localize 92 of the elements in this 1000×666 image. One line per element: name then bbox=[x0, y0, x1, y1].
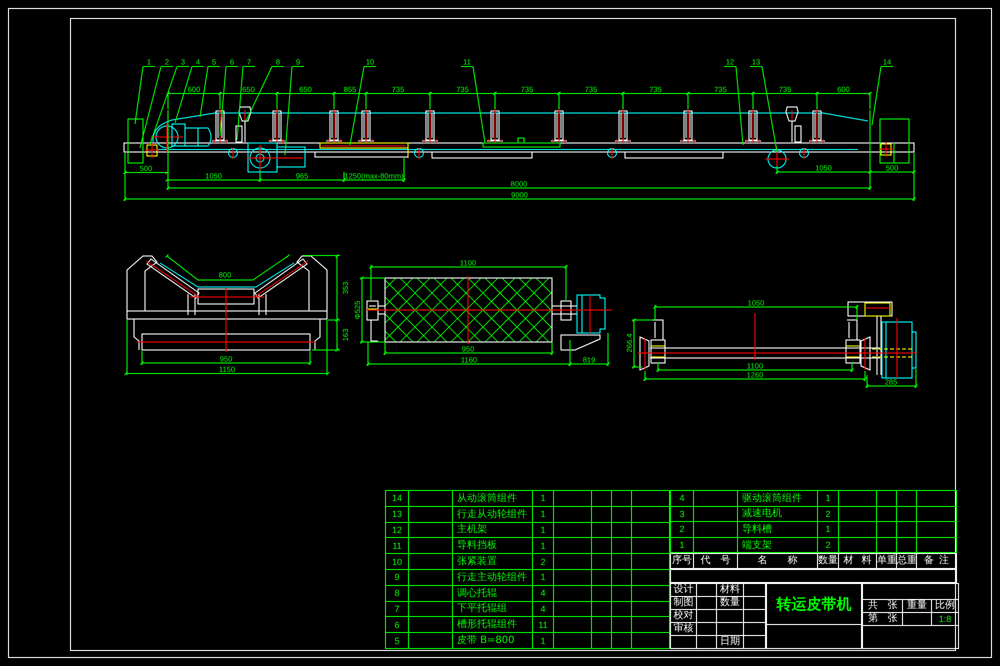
quantity: 1 bbox=[540, 509, 546, 520]
part-name: 主机架 bbox=[457, 524, 487, 536]
scale-value: 1:8 bbox=[938, 614, 952, 624]
part-name: 导料挡板 bbox=[457, 540, 497, 552]
bearing-block bbox=[878, 142, 894, 158]
item-number: 4 bbox=[679, 493, 684, 504]
item-number: 9 bbox=[394, 572, 400, 582]
idler-stand bbox=[268, 108, 286, 144]
field-label: 材料 bbox=[720, 584, 740, 595]
idler-stand bbox=[326, 108, 342, 144]
quantity: 1 bbox=[540, 493, 546, 504]
item-number: 1 bbox=[679, 540, 684, 550]
guide-wheel bbox=[228, 148, 238, 160]
travel-drive-motor bbox=[248, 142, 306, 172]
part-name: 端支架 bbox=[742, 540, 772, 551]
part-name: 从动滚筒组件 bbox=[457, 492, 517, 504]
quantity: 4 bbox=[540, 604, 546, 614]
part-name: 导料槽 bbox=[742, 524, 772, 535]
idler-stand bbox=[808, 108, 826, 144]
quantity: 1 bbox=[540, 540, 546, 551]
quantity: 2 bbox=[540, 556, 546, 567]
field-label: 数量 bbox=[720, 598, 740, 608]
column-header: 单重 bbox=[877, 555, 897, 566]
idler-stand bbox=[550, 108, 568, 144]
item-number: 8 bbox=[394, 588, 400, 598]
field-label: 审核 bbox=[674, 624, 694, 634]
drive-pulley bbox=[150, 122, 184, 152]
column-header: 备注 bbox=[924, 555, 954, 566]
column-header: 总重 bbox=[897, 555, 917, 566]
item-number: 14 bbox=[392, 493, 402, 504]
field-label: 第 bbox=[868, 614, 878, 624]
travel-wheel bbox=[764, 146, 790, 172]
idler-stand bbox=[422, 108, 438, 144]
item-number: 13 bbox=[392, 509, 402, 520]
idler-stand bbox=[614, 108, 632, 144]
item-number: 12 bbox=[392, 524, 402, 535]
part-name: 下平托辊组 bbox=[457, 603, 507, 614]
quantity: 2 bbox=[825, 540, 830, 550]
field-label: 校对 bbox=[674, 610, 694, 621]
part-name: 行走从动轮组件 bbox=[457, 508, 527, 520]
bracket-stand bbox=[236, 106, 252, 142]
drawing-title: 转运皮带机 bbox=[776, 595, 852, 613]
idler-stand bbox=[486, 108, 504, 144]
leader-line bbox=[872, 66, 894, 126]
item-number: 7 bbox=[394, 604, 400, 614]
part-name: 槽形托辊组件 bbox=[457, 619, 517, 630]
quantity: 4 bbox=[540, 588, 546, 598]
quantity: 1 bbox=[540, 524, 546, 535]
part-name: 皮带 B=800 bbox=[457, 635, 515, 646]
idler-stand bbox=[358, 108, 374, 144]
bearing-block bbox=[144, 142, 160, 158]
part-name: 驱动滚筒组件 bbox=[742, 492, 802, 504]
guide-wheel bbox=[799, 148, 809, 160]
quantity: 1 bbox=[540, 636, 546, 646]
item-number: 2 bbox=[679, 524, 684, 534]
drive-motor bbox=[172, 124, 212, 146]
part-name: 调心托辊 bbox=[457, 588, 497, 599]
column-header: 序号 bbox=[672, 555, 692, 566]
idler-stand bbox=[212, 108, 228, 144]
leader-line bbox=[220, 66, 238, 136]
part-name: 张紧装置 bbox=[457, 556, 497, 568]
part-name: 行走主动轮组件 bbox=[457, 572, 527, 583]
field-label: 设计 bbox=[674, 584, 694, 595]
field-label: 比例 bbox=[935, 600, 955, 611]
item-number: 5 bbox=[394, 636, 400, 646]
quantity: 1 bbox=[540, 572, 546, 582]
bracket-stand bbox=[785, 106, 802, 142]
idler-stand bbox=[744, 108, 762, 144]
field-label: 日期 bbox=[720, 636, 740, 647]
column-header: 代号 bbox=[700, 555, 740, 566]
field-label: 共 bbox=[868, 601, 878, 611]
field-label: 张 bbox=[887, 601, 898, 611]
item-number: 3 bbox=[679, 508, 684, 519]
field-label: 重量 bbox=[907, 600, 927, 611]
part-name: 减速电机 bbox=[742, 508, 782, 520]
end-bracket bbox=[880, 118, 910, 164]
column-header: 数量 bbox=[818, 555, 838, 566]
item-number: 10 bbox=[392, 556, 402, 567]
item-number: 6 bbox=[394, 620, 400, 630]
quantity: 2 bbox=[825, 508, 830, 519]
idler-stand bbox=[680, 108, 696, 144]
guide-wheel bbox=[414, 148, 424, 160]
column-header: 名称 bbox=[758, 555, 818, 566]
item-number: 11 bbox=[392, 540, 402, 551]
quantity: 11 bbox=[538, 620, 548, 630]
guide-wheel bbox=[607, 148, 617, 160]
leader-line bbox=[200, 66, 220, 118]
quantity: 1 bbox=[825, 493, 830, 504]
field-label: 张 bbox=[887, 614, 898, 624]
end-bracket bbox=[128, 118, 144, 164]
quantity: 1 bbox=[825, 524, 830, 534]
field-label: 制图 bbox=[674, 598, 694, 608]
